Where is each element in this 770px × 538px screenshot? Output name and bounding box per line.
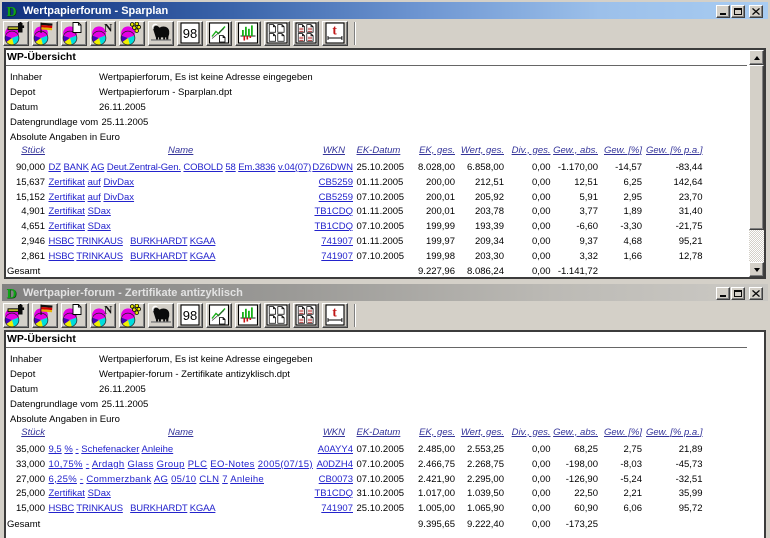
svg-text:N: N	[104, 305, 113, 317]
svg-text:98: 98	[183, 26, 197, 41]
svg-text:98: 98	[183, 308, 197, 323]
svg-text:N: N	[104, 23, 113, 35]
svg-text:t: t	[332, 305, 337, 320]
svg-text:t: t	[332, 23, 337, 38]
